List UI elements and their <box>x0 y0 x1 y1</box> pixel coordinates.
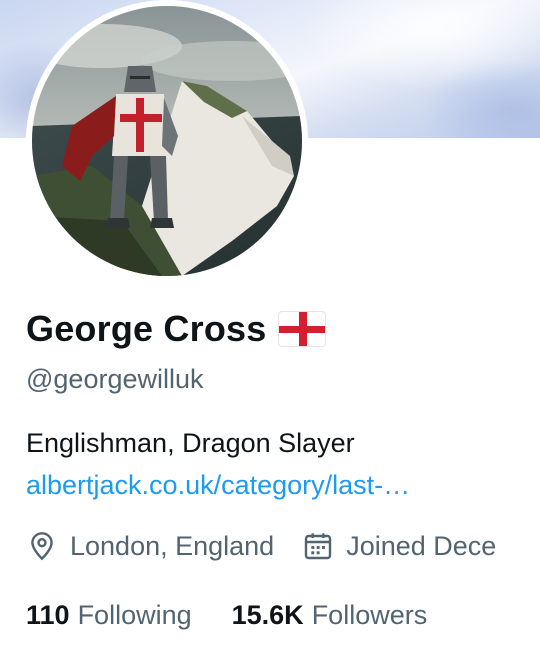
joined-item: Joined Dece <box>302 530 496 562</box>
england-flag-icon <box>278 311 327 347</box>
location-text: London, England <box>70 530 275 561</box>
display-name: George Cross <box>26 308 267 349</box>
profile-meta: London, England Joined Dece <box>26 530 524 562</box>
avatar-image <box>32 6 302 276</box>
bio: Englishman, Dragon Slayer <box>26 428 355 458</box>
followers-count: 15.6K <box>231 600 304 630</box>
follow-stats: 110 Following 15.6K Followers <box>26 600 467 631</box>
calendar-icon <box>304 533 332 560</box>
followers-label: Followers <box>311 600 428 630</box>
following-label: Following <box>77 600 192 630</box>
location-item: London, England <box>26 530 274 562</box>
name-row: George Cross <box>26 308 327 350</box>
joined-text: Joined Dece <box>346 530 497 561</box>
handle: @georgewilluk <box>26 364 204 394</box>
following-link[interactable]: 110 Following <box>26 600 192 631</box>
website-link[interactable]: albertjack.co.uk/category/last-… <box>26 470 410 501</box>
location-pin-icon <box>31 532 53 561</box>
flag-cross-horizontal <box>279 326 326 333</box>
followers-link[interactable]: 15.6K Followers <box>232 600 428 631</box>
following-count: 110 <box>26 600 70 630</box>
avatar[interactable] <box>26 0 308 282</box>
